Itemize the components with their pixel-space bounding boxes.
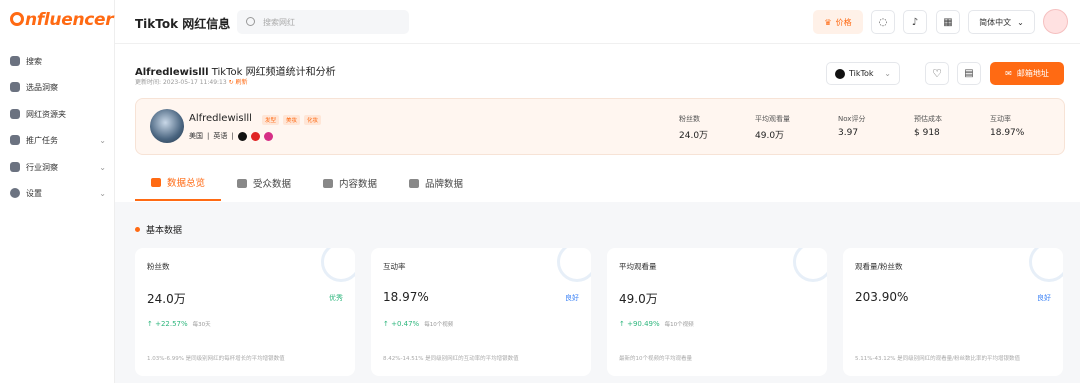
message-button[interactable]: ◌ <box>871 10 895 34</box>
growth: ↑ +90.49% 每10个视频 <box>619 320 694 328</box>
tiktok-icon <box>835 68 845 79</box>
folder-icon <box>10 109 20 119</box>
grid-icon: ▦ <box>943 16 953 28</box>
sidebar-item-campaigns[interactable]: 推广任务 ⌄ <box>10 131 106 149</box>
search-icon <box>246 17 255 26</box>
stat-est-cost: 预估成本 $ 918 <box>914 115 942 138</box>
notification-button[interactable]: ♪ <box>903 10 927 34</box>
chat-icon: ◌ <box>878 16 888 28</box>
search-icon <box>10 56 20 66</box>
search-input[interactable]: 搜索网红 <box>237 10 409 34</box>
sidebar-item-search[interactable]: 搜索 <box>10 52 106 70</box>
tag: 化妆 <box>304 115 322 125</box>
kol-title: Alfredlewislll TikTok 网红频道统计和分析 <box>135 67 336 78</box>
sidebar-item-industry[interactable]: 行业洞察 ⌄ <box>10 158 106 176</box>
rating-badge: 良好 <box>565 294 579 302</box>
kol-name: Alfredlewislll <box>189 113 252 124</box>
heart-icon: ♡ <box>932 67 942 80</box>
kol-header: Alfredlewislll TikTok 网红频道统计和分析 更新时间: 20… <box>115 44 1080 96</box>
tab-brand[interactable]: 品牌数据 <box>393 165 479 201</box>
shield-icon <box>10 82 20 92</box>
metric-card-avg-views: 平均观看量 49.0万 ↑ +90.49% 每10个视频 最新的10个视频的平均观… <box>607 248 827 376</box>
grid-icon <box>151 177 161 187</box>
rating-badge: 良好 <box>1037 294 1051 302</box>
metric-card-followers: 粉丝数 24.0万 优秀 ↑ +22.57% 每30天 1.03%-6.99% 是… <box>135 248 355 376</box>
video-icon <box>323 178 334 188</box>
tab-content[interactable]: 内容数据 <box>307 165 393 201</box>
chevron-down-icon: ⌄ <box>99 162 106 172</box>
instagram-icon[interactable] <box>263 131 273 141</box>
stat-avg-views: 平均观看量 49.0万 <box>755 115 790 141</box>
smile-icon <box>557 248 591 282</box>
logo-ring-icon <box>10 12 24 26</box>
tab-overview[interactable]: 数据总览 <box>135 165 222 201</box>
tag: 美妆 <box>283 115 301 125</box>
sidebar: nfluencer 搜索 选品洞察 网红资源夹 推广任务 ⌄ 行业洞察 ⌄ 设置 ⌄ <box>0 0 115 383</box>
user-avatar[interactable] <box>1043 9 1068 34</box>
email-button[interactable]: ✉ 邮箱地址 <box>990 62 1064 85</box>
users-icon <box>237 178 248 188</box>
refresh-link[interactable]: ↻ 刷新 <box>229 79 248 86</box>
profile-card: Alfredlewislll 发型 美妆 化妆 美国 | 英语 | 粉丝数 24.0万… <box>135 98 1065 155</box>
favorite-button[interactable]: ♡ <box>925 62 949 85</box>
section-title: 基本数据 <box>135 223 182 236</box>
top-bar: TikTok 网红信息 搜索网红 ♛ 价格 ◌ ♪ ▦ 简体中文 ⌄ <box>115 0 1080 44</box>
crown-icon: ♛ <box>824 17 832 27</box>
smile-icon <box>321 248 355 282</box>
growth: ↑ +0.47% 每10个视频 <box>383 320 454 328</box>
document-icon: ▤ <box>964 68 974 79</box>
chart-icon <box>10 162 20 172</box>
gear-icon <box>10 188 20 198</box>
tag: 发型 <box>262 115 280 125</box>
apps-button[interactable]: ▦ <box>936 10 960 34</box>
category-tags: 发型 美妆 化妆 <box>262 115 322 125</box>
bullet-dot <box>135 227 140 232</box>
sidebar-item-kol-folder[interactable]: 网红资源夹 <box>10 105 106 123</box>
brand-logo[interactable]: nfluencer <box>10 10 114 30</box>
bell-icon: ♪ <box>911 16 919 28</box>
sidebar-item-product-insight[interactable]: 选品洞察 <box>10 78 106 96</box>
kol-avatar <box>150 109 184 143</box>
rating-badge: 优秀 <box>329 294 343 302</box>
tiktok-icon[interactable] <box>237 131 247 141</box>
chevron-down-icon: ⌄ <box>99 135 106 145</box>
notes-button[interactable]: ▤ <box>957 62 981 85</box>
smile-icon <box>1029 248 1063 282</box>
chevron-down-icon: ⌄ <box>884 69 891 78</box>
metric-card-view-ratio: 观看量/粉丝数 203.90% 良好 5.11%-43.12% 是同级别网红的观… <box>843 248 1063 376</box>
stat-nox-score: Nox评分 3.97 <box>838 115 866 138</box>
stat-engagement: 互动率 18.97% <box>990 115 1025 138</box>
chevron-down-icon: ⌄ <box>1017 17 1024 27</box>
stat-followers: 粉丝数 24.0万 <box>679 115 709 141</box>
growth: ↑ +22.57% 每30天 <box>147 320 211 328</box>
price-button[interactable]: ♛ 价格 <box>813 10 863 34</box>
tab-audience[interactable]: 受众数据 <box>221 165 307 201</box>
language-select[interactable]: 简体中文 ⌄ <box>968 10 1035 34</box>
kol-meta: 美国 | 英语 | <box>189 131 273 141</box>
sidebar-item-settings[interactable]: 设置 ⌄ <box>10 184 106 202</box>
platform-select[interactable]: TikTok ⌄ <box>826 62 900 85</box>
mail-icon: ✉ <box>1005 69 1012 78</box>
smile-icon <box>793 248 827 282</box>
youtube-icon[interactable] <box>250 131 260 141</box>
tab-bar: 数据总览 受众数据 内容数据 品牌数据 <box>135 165 479 201</box>
page-title: TikTok 网红信息 <box>135 17 231 31</box>
metric-card-engagement: 互动率 18.97% 良好 ↑ +0.47% 每10个视频 8.42%-14.51… <box>371 248 591 376</box>
shield-icon <box>409 178 420 188</box>
update-time: 更新时间: 2023-05-17 11:49:13 ↻ 刷新 <box>135 79 248 86</box>
chevron-down-icon: ⌄ <box>99 188 106 198</box>
task-icon <box>10 135 20 145</box>
